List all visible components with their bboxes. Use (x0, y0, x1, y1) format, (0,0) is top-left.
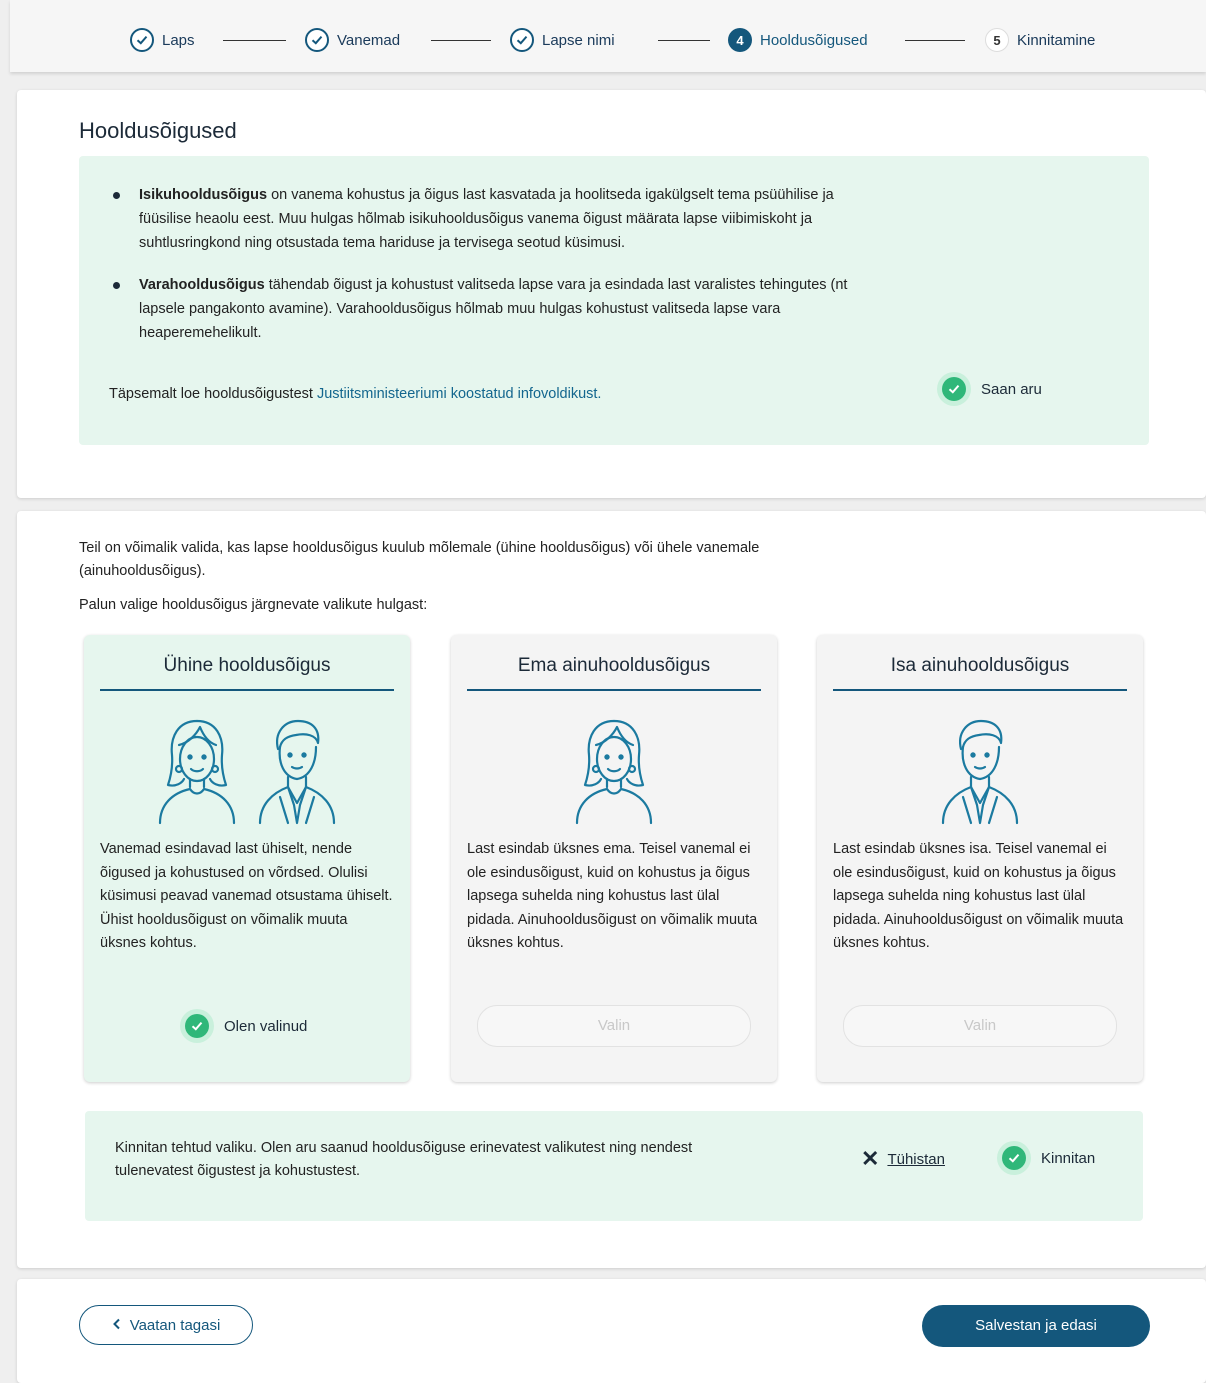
bullet-icon (113, 282, 120, 289)
page-title: Hooldusõigused (79, 118, 237, 143)
step-laps[interactable]: Laps (130, 26, 195, 54)
bullet-icon (113, 192, 120, 199)
check-icon (130, 28, 154, 52)
cancel-label: Tühistan (887, 1150, 945, 1168)
infovoldik-link[interactable]: Justiitsministeeriumi koostatud infovold… (317, 386, 601, 402)
step-connector (658, 40, 710, 41)
option-uhine-hooldusoigus[interactable]: Ühine hooldusõigus Vanemad esindavad las… (84, 635, 410, 1082)
option-title: Isa ainuhooldusõigus (833, 655, 1127, 691)
confirm-label: Kinnitan (1041, 1149, 1096, 1167)
selection-intro: Teil on võimalik valida, kas lapse hoold… (79, 540, 760, 579)
option-description: Last esindab üksnes isa. Teisel vanemal … (833, 841, 1124, 951)
step-label: Lapse nimi (542, 31, 615, 49)
selected-status[interactable]: Olen valinud (180, 1009, 307, 1043)
option-isa-ainuhooldusoigus[interactable]: Isa ainuhooldusõigus Last esindab üksnes… (817, 635, 1143, 1082)
check-circle-icon (997, 1141, 1031, 1175)
understand-label: Saan aru (981, 380, 1042, 398)
option-title: Ühine hooldusõigus (100, 655, 394, 691)
check-circle-icon (937, 372, 971, 406)
save-and-next-button[interactable]: Salvestan ja edasi (922, 1305, 1150, 1347)
step-label: Laps (162, 31, 195, 49)
mother-icon (158, 719, 236, 825)
choose-button[interactable]: Valin (477, 1005, 751, 1047)
option-description: Vanemad esindavad last ühiselt, nende õi… (100, 841, 393, 951)
term: Varahooldusõigus (139, 277, 265, 293)
more-info-prefix: Täpsemalt loe hooldusõigustest (109, 386, 317, 402)
parents-illustration (84, 713, 410, 831)
info-card: Hooldusõigused Isikuhooldusõigus on vane… (17, 90, 1206, 498)
navigation-footer: Vaatan tagasi Salvestan ja edasi (17, 1279, 1206, 1383)
progress-stepper: Laps Vanemad Lapse nimi 4 Hooldusõigused… (10, 0, 1206, 72)
check-icon (305, 28, 329, 52)
selection-card: Teil on võimalik valida, kas lapse hoold… (17, 511, 1206, 1268)
back-label: Vaatan tagasi (129, 1316, 221, 1334)
selected-label: Olen valinud (224, 1017, 308, 1035)
back-button[interactable]: Vaatan tagasi (79, 1305, 253, 1345)
step-number: 4 (728, 28, 752, 52)
list-item: Varahooldusõigus tähendab õigust ja kohu… (109, 273, 854, 345)
step-label: Hooldusõigused (760, 31, 868, 49)
step-hooldusoigused[interactable]: 4 Hooldusõigused (728, 26, 868, 54)
chevron-left-icon (112, 1317, 122, 1334)
choose-button[interactable]: Valin (843, 1005, 1117, 1047)
confirm-box: Kinnitan tehtud valiku. Olen aru saanud … (85, 1111, 1143, 1221)
mother-illustration (451, 713, 777, 831)
confirm-button[interactable]: Kinnitan (997, 1141, 1095, 1175)
cancel-button[interactable]: ✕ Tühistan (861, 1146, 945, 1171)
father-icon (941, 719, 1019, 825)
term: Isikuhooldusõigus (139, 187, 268, 203)
father-icon (258, 719, 336, 825)
step-label: Kinnitamine (1017, 31, 1096, 49)
step-number: 5 (985, 28, 1009, 52)
step-vanemad[interactable]: Vanemad (305, 26, 400, 54)
step-lapse-nimi[interactable]: Lapse nimi (510, 26, 615, 54)
check-circle-icon (180, 1009, 214, 1043)
confirm-text: Kinnitan tehtud valiku. Olen aru saanud … (115, 1140, 693, 1179)
info-box: Isikuhooldusõigus on vanema kohustus ja … (79, 156, 1149, 445)
step-connector (223, 40, 286, 41)
step-connector (431, 40, 491, 41)
option-title: Ema ainuhooldusõigus (467, 655, 761, 691)
selection-prompt: Palun valige hooldusõigus järgnevate val… (79, 597, 428, 613)
option-ema-ainuhooldusoigus[interactable]: Ema ainuhooldusõigus Last esindab üksnes… (451, 635, 777, 1082)
check-icon (510, 28, 534, 52)
mother-icon (575, 719, 653, 825)
step-label: Vanemad (337, 31, 401, 49)
step-kinnitamine[interactable]: 5 Kinnitamine (985, 26, 1095, 54)
info-list: Isikuhooldusõigus on vanema kohustus ja … (109, 183, 854, 363)
understand-button[interactable]: Saan aru (937, 372, 1042, 406)
option-description: Last esindab üksnes ema. Teisel vanemal … (467, 841, 758, 951)
more-info-text: Täpsemalt loe hooldusõigustest Justiitsm… (109, 386, 601, 402)
step-connector (905, 40, 965, 41)
close-icon: ✕ (861, 1146, 880, 1171)
father-illustration (817, 713, 1143, 831)
list-item: Isikuhooldusõigus on vanema kohustus ja … (109, 183, 854, 255)
